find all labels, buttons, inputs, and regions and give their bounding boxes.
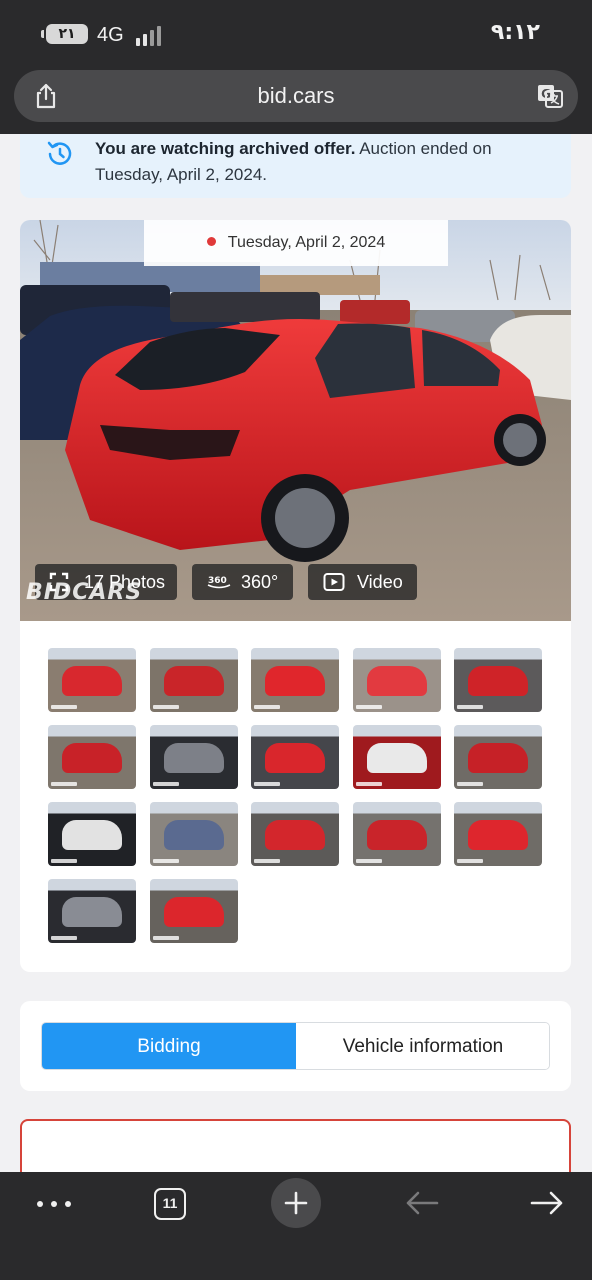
thumb-front-lot[interactable] [251, 802, 339, 866]
thumb-subject [366, 743, 427, 773]
thumb-subject [265, 666, 325, 696]
thumb-watermark [152, 705, 179, 709]
thumb-subject [265, 820, 325, 850]
thumb-watermark [254, 859, 280, 863]
signal-icon [136, 26, 168, 46]
thumb-watermark [254, 782, 280, 786]
thumb-watermark [254, 705, 280, 709]
thumb-console[interactable] [48, 802, 136, 866]
360-icon: 360 [207, 576, 231, 589]
thumb-subject [265, 743, 325, 773]
thumb-side-lot[interactable] [352, 802, 441, 866]
thumb-rear-lot[interactable] [454, 802, 542, 866]
car-photo [20, 220, 571, 621]
final-bid-card [20, 1119, 571, 1172]
thumb-rear-left[interactable] [48, 648, 136, 712]
thumb-subject [468, 820, 528, 850]
thumb-rear[interactable] [352, 648, 441, 712]
tab-bar: Bidding Vehicle information [41, 1022, 550, 1070]
video-button[interactable]: Video [308, 564, 417, 600]
auction-date: Tuesday, April 2, 2024 [144, 220, 448, 266]
live-dot [206, 237, 216, 246]
thumb-subject [62, 897, 122, 927]
url-text[interactable]: bid.cars [14, 70, 578, 122]
thumb-subject [62, 820, 122, 850]
forward-arrow-icon[interactable] [530, 1190, 564, 1216]
thumb-watermark [152, 859, 179, 863]
thumb-front-closeup[interactable] [48, 725, 136, 789]
history-icon [47, 141, 72, 165]
thumb-subject [468, 666, 528, 696]
plus-icon [284, 1191, 308, 1215]
browser-toolbar: 11 [0, 1172, 592, 1280]
main-photo[interactable]: Tuesday, April 2, 2024 17 Photos 360 360… [20, 220, 571, 621]
new-tab-button[interactable] [271, 1178, 321, 1228]
back-arrow-icon[interactable] [405, 1190, 439, 1216]
svg-text:360: 360 [208, 576, 227, 586]
thumb-subject [62, 666, 122, 696]
tab-vehicle-information[interactable]: Vehicle information [296, 1023, 549, 1069]
network-type: 4G [97, 24, 124, 46]
thumb-front-damage[interactable] [149, 648, 238, 712]
tabs-card: Bidding Vehicle information [20, 1001, 571, 1091]
thumb-subject [163, 743, 224, 773]
tab-bidding[interactable]: Bidding [42, 1023, 296, 1069]
view-360-button[interactable]: 360 360° [192, 564, 293, 600]
page-content: You are watching archived offer. Auction… [0, 134, 592, 1172]
thumb-subject [62, 743, 122, 773]
thumb-watermark [152, 782, 179, 786]
thumb-door-label[interactable] [352, 725, 441, 789]
thumb-rear-final[interactable] [149, 879, 238, 943]
thumb-rear-seats[interactable] [251, 725, 339, 789]
video-icon [323, 573, 345, 591]
thumb-subject [163, 666, 224, 696]
thumb-rear-right[interactable] [251, 648, 339, 712]
status-bar: ٢١ 4G ٩:١٢ [0, 0, 592, 70]
thumb-watermark [152, 936, 179, 940]
thumb-interior-front[interactable] [454, 648, 542, 712]
translate-icon[interactable]: G [536, 82, 564, 110]
thumb-watermark [51, 936, 77, 940]
thumb-watermark [51, 859, 77, 863]
thumb-parts[interactable] [149, 802, 238, 866]
watermark-logo: BIDCARS [26, 580, 143, 605]
browser-chrome: ٢١ 4G ٩:١٢ bid.cars G [0, 0, 592, 134]
thumb-watermark [457, 859, 483, 863]
archived-notice-text: You are watching archived offer. Auction… [95, 139, 492, 184]
thumb-subject [163, 897, 224, 927]
archived-notice: You are watching archived offer. Auction… [20, 134, 571, 198]
thumb-watermark [457, 705, 483, 709]
thumb-watermark [355, 782, 382, 786]
battery-indicator: ٢١ [41, 24, 88, 44]
thumb-watermark [51, 782, 77, 786]
thumb-engine[interactable] [454, 725, 542, 789]
thumb-watermark [457, 782, 483, 786]
thumb-subject [366, 666, 427, 696]
photo-gallery: Tuesday, April 2, 2024 17 Photos 360 360… [20, 220, 571, 972]
thumb-subject [468, 743, 528, 773]
clock: ٩:١٢ [490, 20, 540, 45]
more-icon[interactable] [36, 1200, 72, 1208]
thumb-watermark [51, 705, 77, 709]
thumb-subject [366, 820, 427, 850]
address-bar[interactable]: bid.cars G [14, 70, 578, 122]
thumb-gauges[interactable] [149, 725, 238, 789]
tab-count-button[interactable]: 11 [154, 1188, 186, 1220]
thumb-watermark [355, 705, 382, 709]
thumb-subject [163, 820, 224, 850]
thumb-instrument[interactable] [48, 879, 136, 943]
thumb-watermark [355, 859, 382, 863]
